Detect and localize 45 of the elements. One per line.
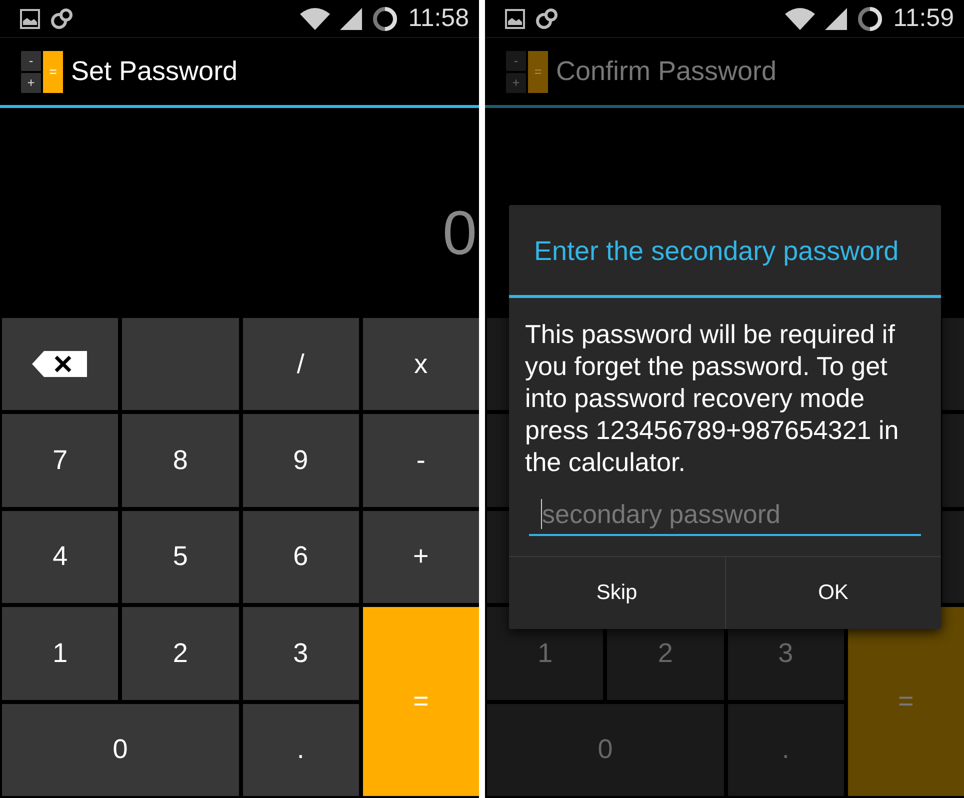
calculator-key[interactable] (487, 414, 509, 507)
password-field[interactable]: secondary password (529, 494, 921, 536)
calculator-key[interactable]: 8 (122, 414, 238, 507)
calculator-key[interactable]: 6 (242, 510, 359, 604)
ring-icon (372, 6, 398, 32)
display-value: 0 (442, 198, 477, 268)
picture-icon (20, 8, 40, 28)
calculator-key[interactable] (487, 318, 509, 410)
calculator-key[interactable] (942, 318, 964, 410)
rings-icon (50, 8, 74, 30)
calculator-key[interactable]: 0 (2, 704, 238, 796)
app-logo: - + = (21, 50, 63, 92)
backspace-button[interactable] (2, 318, 118, 410)
clock-time: 11:59 (893, 4, 954, 33)
calculator-key[interactable]: - (362, 414, 479, 507)
calculator-key[interactable] (942, 510, 964, 604)
app-logo: - + = (506, 50, 548, 92)
dialog-button[interactable]: OK (724, 557, 941, 629)
calculator-key[interactable]: + (362, 510, 479, 604)
calculator-key[interactable]: x (362, 318, 479, 410)
wifi-icon (300, 8, 330, 30)
calculator-key[interactable]: 7 (2, 414, 118, 507)
clock-time: 11:58 (408, 4, 469, 33)
calculator-key[interactable] (487, 510, 509, 604)
calculator-key[interactable]: 5 (122, 510, 238, 604)
calculator-key[interactable]: / (242, 318, 359, 410)
screen-title: Confirm Password (556, 56, 777, 87)
screen-title: Set Password (71, 56, 238, 87)
calculator-key[interactable]: 2 (122, 607, 238, 700)
calculator-key[interactable] (942, 414, 964, 507)
picture-icon (505, 8, 525, 28)
backspace-icon (32, 350, 88, 378)
calculator-key[interactable]: 9 (242, 414, 359, 507)
ring-icon (857, 6, 884, 32)
rings-icon (535, 8, 559, 30)
calculator-key[interactable]: 3 (242, 607, 359, 700)
dialog-message: This password will be required if you forget the password. To get into password recovery mode press 123456789+987654321 in the calculator. (524, 318, 900, 479)
dialog-title: Enter the secondary password (533, 235, 900, 268)
calculator-key[interactable]: 1 (2, 607, 118, 700)
signal-icon (340, 8, 362, 30)
calculator-key[interactable]: 4 (2, 510, 118, 604)
text-cursor (541, 499, 542, 529)
signal-icon (825, 8, 848, 30)
wifi-icon (785, 8, 816, 30)
calculator-key[interactable]: . (242, 704, 359, 796)
